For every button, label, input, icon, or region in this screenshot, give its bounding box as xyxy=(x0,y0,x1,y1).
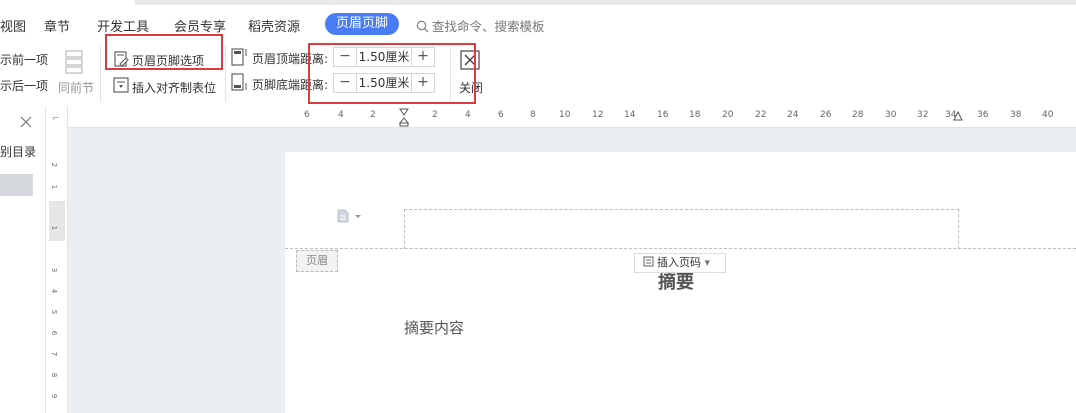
search-icon xyxy=(416,20,429,33)
header-tag: 页眉 xyxy=(296,250,338,272)
ruler-label: 4 xyxy=(465,110,471,120)
tab-member[interactable]: 会员专享 xyxy=(174,16,226,35)
header-boundary-line xyxy=(285,248,1076,249)
ruler-corner-icon: ⌐ xyxy=(52,114,60,124)
ruler-label: 18 xyxy=(689,110,701,120)
ruler-label: 28 xyxy=(852,110,864,120)
nav-selected-item[interactable] xyxy=(0,174,33,196)
ribbon-divider xyxy=(225,46,226,102)
footer-bottom-distance-icon xyxy=(231,73,247,91)
ruler-label: 10 xyxy=(559,110,571,120)
show-next-button[interactable]: 示后一项 xyxy=(0,77,48,94)
ruler-label: 16 xyxy=(657,110,669,120)
highlight-box xyxy=(308,43,476,104)
ruler-label: 9 xyxy=(50,393,59,399)
title-strip xyxy=(135,0,1076,5)
header-top-distance-icon xyxy=(231,48,247,66)
indent-marker-icon[interactable] xyxy=(399,108,409,127)
ruler-label: 40 xyxy=(1042,110,1054,120)
nav-tab-label[interactable]: 别目录 xyxy=(0,143,36,160)
ruler-label: 6 xyxy=(50,330,59,336)
ruler-label: 36 xyxy=(977,110,989,120)
ruler-label: 20 xyxy=(722,110,734,120)
show-prev-button[interactable]: 示前一项 xyxy=(0,51,48,68)
insert-tab-stop-icon xyxy=(113,77,129,93)
insert-tab-stop-button[interactable]: 插入对齐制表位 xyxy=(132,79,216,96)
ruler-label: 12 xyxy=(592,110,604,120)
same-as-previous-button[interactable]: 同前节 xyxy=(58,79,94,96)
ruler-label: 24 xyxy=(787,110,799,120)
ruler-label: 6 xyxy=(304,110,310,120)
vertical-ruler: 2 1 1 3 4 5 6 7 8 9 xyxy=(46,106,68,413)
tab-docer[interactable]: 稻壳资源 xyxy=(248,16,300,35)
ruler-label: 4 xyxy=(338,110,344,120)
ruler-label: 30 xyxy=(885,110,897,120)
command-search[interactable]: 查找命令、搜索模板 xyxy=(416,16,545,35)
ruler-label: 8 xyxy=(50,372,59,378)
tab-developer[interactable]: 开发工具 xyxy=(97,16,149,35)
tab-header-footer[interactable]: 页眉页脚 xyxy=(325,13,399,35)
ruler-label: 3 xyxy=(50,267,59,273)
close-icon[interactable] xyxy=(20,116,32,128)
tab-view[interactable]: 视图 xyxy=(0,16,26,35)
ruler-label: 14 xyxy=(624,110,636,120)
ruler-label: 26 xyxy=(820,110,832,120)
ruler-label: 38 xyxy=(1010,110,1022,120)
ruler-label: 2 xyxy=(370,110,376,120)
highlight-box xyxy=(105,34,223,70)
ruler-label: 5 xyxy=(50,309,59,315)
document-body-text[interactable]: 摘要内容 xyxy=(404,317,464,338)
header-edit-area[interactable] xyxy=(404,209,959,249)
right-indent-marker-icon[interactable] xyxy=(953,109,963,125)
ribbon-divider xyxy=(100,46,101,102)
horizontal-ruler: ⌐ 6 4 2 2 4 6 8 10 12 14 16 18 20 22 24 … xyxy=(52,106,1076,128)
search-placeholder: 查找命令、搜索模板 xyxy=(432,19,545,34)
ruler-label: 1 xyxy=(50,225,59,231)
ruler-label: 6 xyxy=(498,110,504,120)
ruler-label: 2 xyxy=(432,110,438,120)
ruler-label: 7 xyxy=(50,351,59,357)
ruler-label: 32 xyxy=(917,110,929,120)
insert-page-number-label: 插入页码 xyxy=(657,256,701,269)
ruler-label: 2 xyxy=(50,162,59,168)
navigation-pane: 别目录 xyxy=(0,106,46,413)
ruler-label: 22 xyxy=(755,110,767,120)
same-as-previous-icon xyxy=(65,50,83,74)
insert-page-number-button[interactable]: 插入页码 ▾ xyxy=(634,253,726,273)
ruler-label: 1 xyxy=(50,184,59,190)
tab-chapter[interactable]: 章节 xyxy=(44,16,70,35)
page-number-icon xyxy=(643,256,654,267)
ruler-label: 4 xyxy=(50,288,59,294)
ruler-label: 8 xyxy=(530,110,536,120)
ruler-margin-area xyxy=(49,201,65,241)
chevron-down-icon: ▾ xyxy=(701,256,711,269)
document-icon[interactable] xyxy=(337,209,363,223)
